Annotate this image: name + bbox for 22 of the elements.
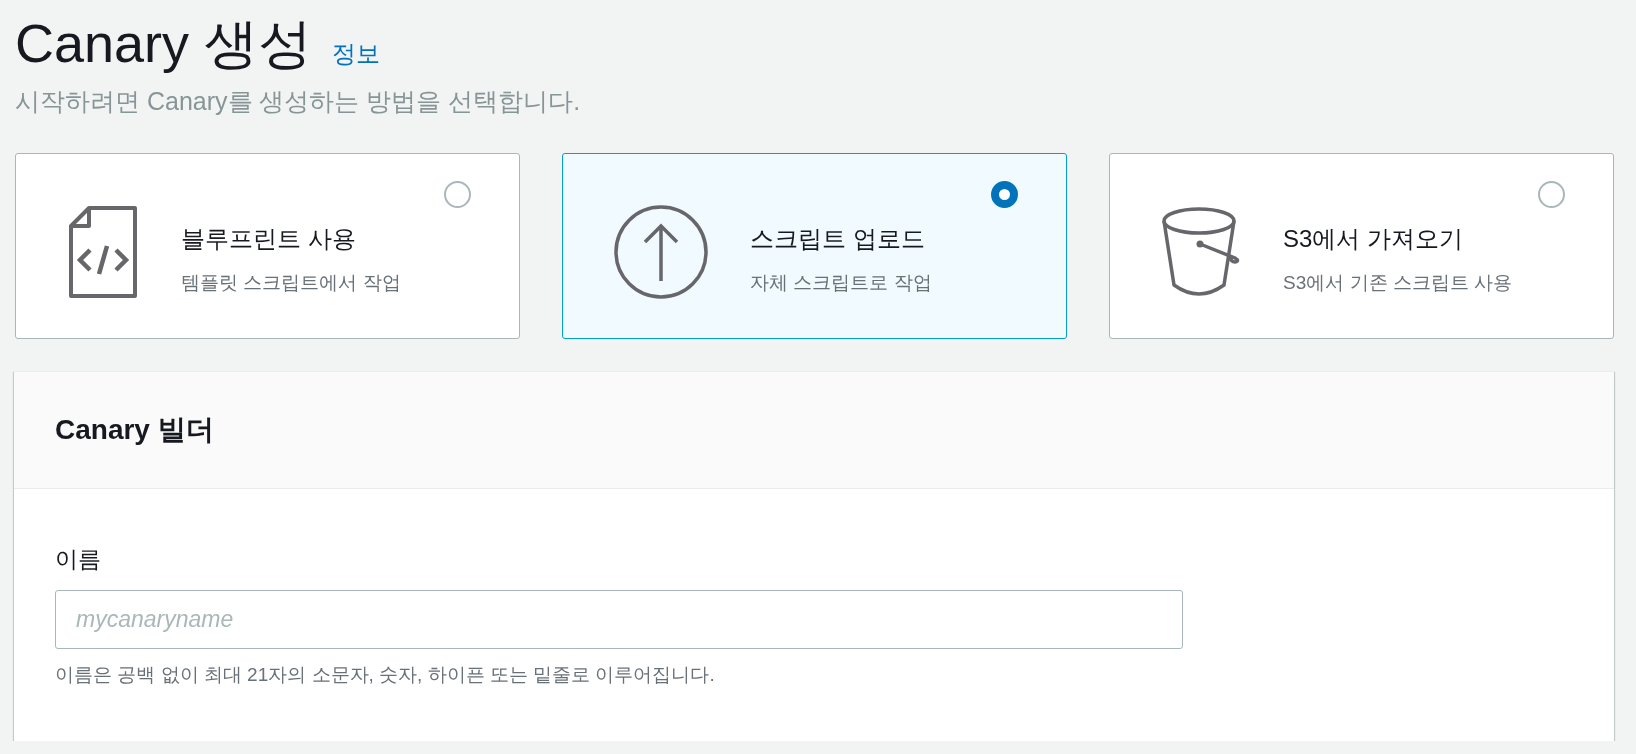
radio-button[interactable]: [444, 181, 471, 208]
panel-title: Canary 빌더: [55, 413, 214, 447]
radio-button[interactable]: [991, 181, 1018, 208]
field-label: 이름: [55, 545, 101, 574]
option-description: 자체 스크립트로 작업: [750, 270, 932, 295]
bucket-icon: [1161, 207, 1241, 297]
option-description: S3에서 기존 스크립트 사용: [1283, 270, 1513, 295]
field-hint: 이름은 공백 없이 최대 21자의 소문자, 숫자, 하이픈 또는 밑줄로 이루어집니다.: [55, 663, 715, 687]
option-description: 템플릿 스크립트에서 작업: [181, 270, 401, 295]
code-file-icon: [67, 206, 139, 298]
page-title: Canary 생성: [15, 12, 313, 75]
name-input[interactable]: mycanaryname: [55, 590, 1183, 649]
option-card[interactable]: 블루프린트 사용 템플릿 스크립트에서 작업: [15, 153, 520, 339]
option-title: 블루프린트 사용: [181, 223, 356, 254]
page-subtitle: 시작하려면 Canary를 생성하는 방법을 선택합니다.: [15, 86, 582, 117]
arrow-up-circle-icon: [614, 205, 708, 299]
option-title: S3에서 가져오기: [1283, 223, 1464, 254]
option-card[interactable]: S3에서 가져오기 S3에서 기존 스크립트 사용: [1109, 153, 1614, 339]
option-title: 스크립트 업로드: [750, 223, 925, 254]
option-card[interactable]: 스크립트 업로드 자체 스크립트로 작업: [562, 153, 1067, 339]
info-link[interactable]: 정보: [332, 38, 381, 70]
radio-button[interactable]: [1538, 181, 1565, 208]
